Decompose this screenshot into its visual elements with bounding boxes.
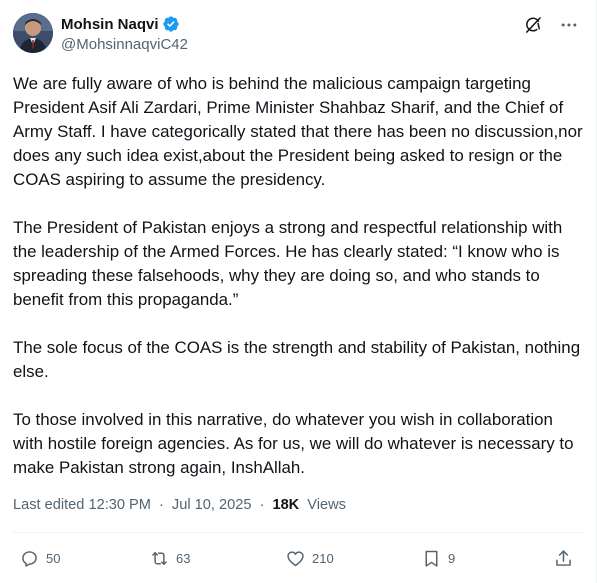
post-paragraph: We are fully aware of who is behind the … [13,74,583,189]
post-header: Mohsin Naqvi @MohsinnaqviC42 [13,13,583,57]
last-edited-time[interactable]: Last edited 12:30 PM [13,497,151,513]
author-handle[interactable]: @MohsinnaqviC42 [61,36,188,53]
reply-count: 50 [46,550,61,566]
share-button[interactable] [553,546,574,570]
post-paragraph: To those involved in this narrative, do … [13,410,574,477]
post-text: We are fully aware of who is behind the … [13,72,585,504]
display-name[interactable]: Mohsin Naqvi [61,16,159,33]
action-bar: 50 63 210 9 [13,546,585,570]
like-count: 210 [312,550,334,566]
views-count[interactable]: 18K [272,497,299,513]
reply-button[interactable]: 50 [19,546,60,570]
author-block: Mohsin Naqvi @MohsinnaqviC42 [61,14,188,54]
bookmark-icon [421,548,442,569]
like-button[interactable]: 210 [285,546,334,570]
post-paragraph: The sole focus of the COAS is the streng… [13,338,581,381]
share-icon [553,548,574,569]
views-label[interactable]: Views [307,497,346,513]
post-card: Mohsin Naqvi @MohsinnaqviC42 We are full… [0,0,597,583]
verified-badge-icon[interactable] [162,15,180,33]
meta-separator: · [158,497,164,513]
bookmark-count: 9 [448,550,456,566]
repost-count: 63 [176,550,191,566]
post-paragraph: The President of Pakistan enjoys a stron… [13,218,563,309]
name-row: Mohsin Naqvi [61,14,188,34]
reply-icon [19,548,40,569]
meta-separator: · [259,497,265,513]
repost-button[interactable]: 63 [149,546,190,570]
more-dots-icon[interactable] [559,15,579,35]
post-meta: Last edited 12:30 PM · Jul 10, 2025 · 18… [13,497,346,513]
post-date[interactable]: Jul 10, 2025 [172,497,252,513]
avatar[interactable] [13,13,53,53]
bookmark-button[interactable]: 9 [421,546,455,570]
divider [13,532,585,533]
repost-icon [149,548,170,569]
heart-icon [285,548,306,569]
grok-slash-icon[interactable] [523,15,543,35]
